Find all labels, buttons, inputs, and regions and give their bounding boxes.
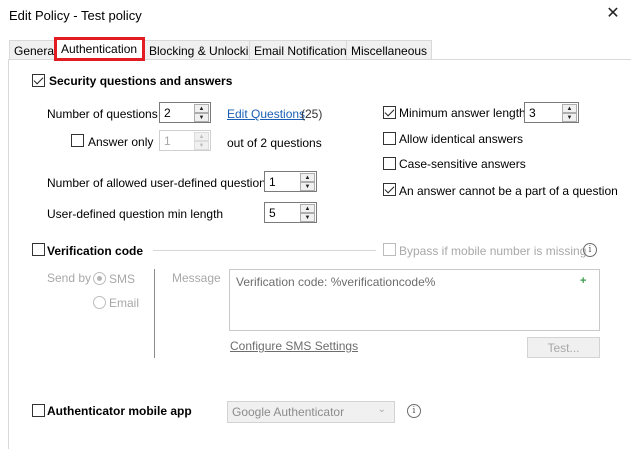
authenticator-select[interactable]: Google Authenticator ⌄ [227, 401, 395, 423]
info-icon[interactable]: i [407, 404, 421, 418]
vertical-divider [154, 269, 155, 358]
allow-identical-label: Allow identical answers [399, 132, 524, 146]
window-title: Edit Policy - Test policy [9, 8, 142, 23]
stepper-down-icon[interactable]: ▼ [300, 182, 315, 191]
answer-only-label: Answer only [88, 135, 154, 149]
verification-code-title: Verification code [47, 244, 144, 258]
stepper-up-icon[interactable]: ▲ [562, 104, 577, 113]
user-defined-min-length-label: User-defined question min length [47, 207, 224, 221]
email-label: Email [109, 296, 140, 310]
number-of-questions-label: Number of questions [47, 107, 158, 121]
email-radio[interactable] [93, 296, 106, 309]
security-questions-checkbox[interactable] [32, 74, 45, 87]
message-text: Verification code: %verificationcode% [236, 275, 436, 289]
tab-email-notifications[interactable]: Email Notifications [249, 40, 358, 60]
number-of-questions-stepper[interactable]: 2 ▲ ▼ [159, 102, 211, 123]
message-label: Message [172, 271, 221, 285]
user-defined-min-length-stepper[interactable]: 5 ▲ ▼ [264, 202, 317, 223]
min-answer-length-label: Minimum answer length [399, 106, 526, 120]
info-icon[interactable]: i [583, 243, 597, 257]
chevron-down-icon: ⌄ [377, 404, 386, 415]
message-textarea[interactable]: Verification code: %verificationcode% [229, 269, 600, 331]
authenticator-selected: Google Authenticator [232, 405, 345, 419]
bypass-checkbox[interactable] [383, 243, 396, 256]
stepper-down-icon[interactable]: ▼ [194, 141, 209, 150]
min-answer-length-value: 3 [529, 106, 536, 120]
out-of-questions-label: out of 2 questions [227, 136, 322, 150]
sms-radio[interactable] [93, 272, 106, 285]
allow-identical-checkbox[interactable] [383, 132, 396, 145]
tab-authentication[interactable]: Authentication [54, 37, 145, 61]
send-by-label: Send by [47, 271, 92, 285]
tab-miscellaneous[interactable]: Miscellaneous [346, 40, 433, 60]
min-answer-length-checkbox[interactable] [383, 106, 396, 119]
stepper-up-icon[interactable]: ▲ [300, 204, 315, 213]
stepper-down-icon[interactable]: ▼ [194, 113, 209, 122]
answer-only-stepper[interactable]: 1 ▲ ▼ [159, 130, 211, 151]
edit-questions-count: (25) [301, 107, 323, 121]
min-answer-length-stepper[interactable]: 3 ▲ ▼ [524, 102, 579, 123]
edit-questions-link[interactable]: Edit Questions [227, 107, 305, 121]
close-icon[interactable]: ✕ [605, 6, 621, 22]
number-of-questions-value: 2 [164, 106, 171, 120]
answer-not-part-label: An answer cannot be a part of a question [399, 184, 618, 198]
bypass-label: Bypass if mobile number is missing [399, 244, 587, 258]
stepper-up-icon[interactable]: ▲ [194, 104, 209, 113]
sms-label: SMS [109, 272, 136, 286]
stepper-down-icon[interactable]: ▼ [300, 213, 315, 222]
section-divider [153, 250, 376, 251]
verification-code-checkbox[interactable] [32, 243, 45, 256]
answer-only-value: 1 [164, 134, 171, 148]
user-defined-min-length-value: 5 [269, 206, 276, 220]
stepper-up-icon[interactable]: ▲ [194, 132, 209, 141]
authenticator-checkbox[interactable] [32, 404, 45, 417]
test-button[interactable]: Test... [527, 337, 600, 358]
allowed-user-defined-value: 1 [269, 175, 276, 189]
insert-variable-icon[interactable]: + [580, 276, 586, 287]
allowed-user-defined-stepper[interactable]: 1 ▲ ▼ [264, 171, 317, 192]
case-sensitive-checkbox[interactable] [383, 157, 396, 170]
allowed-user-defined-label: Number of allowed user-defined questions [47, 176, 272, 190]
stepper-up-icon[interactable]: ▲ [300, 173, 315, 182]
stepper-down-icon[interactable]: ▼ [562, 113, 577, 122]
answer-not-part-checkbox[interactable] [383, 183, 396, 196]
answer-only-checkbox[interactable] [71, 134, 84, 147]
security-questions-title: Security questions and answers [49, 74, 233, 88]
configure-sms-link[interactable]: Configure SMS Settings [230, 339, 358, 353]
case-sensitive-label: Case-sensitive answers [399, 157, 526, 171]
authenticator-title: Authenticator mobile app [47, 404, 192, 418]
